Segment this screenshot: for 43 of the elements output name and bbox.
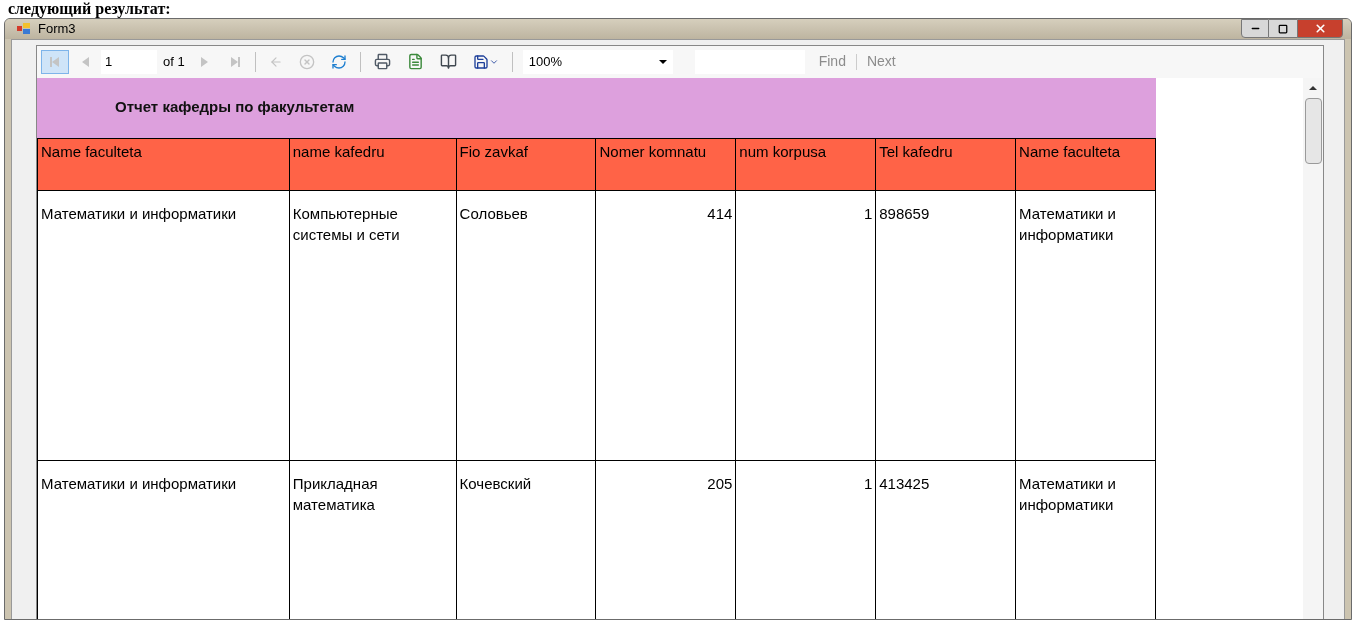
- print-icon: [373, 53, 391, 70]
- column-header: Name faculteta: [38, 138, 290, 191]
- column-header: Nomer komnatu: [596, 138, 737, 191]
- page-number-field[interactable]: 1: [101, 49, 157, 74]
- page-setup-icon: [439, 53, 457, 70]
- table-cell: Соловьев: [456, 190, 597, 461]
- close-icon: [1313, 22, 1327, 35]
- table-cell: 1: [736, 460, 877, 619]
- column-header: Tel kafedru: [876, 138, 1017, 191]
- maximize-button[interactable]: [1269, 19, 1297, 38]
- save-dropdown-icon: [472, 53, 499, 70]
- table-cell: Математики и информатики: [1016, 460, 1156, 619]
- page-count: of 1: [163, 52, 185, 71]
- table-cell: Математики и информатики: [1016, 190, 1156, 461]
- table-cell: Математики и информатики: [38, 190, 290, 461]
- table-cell: Математики и информатики: [38, 460, 290, 619]
- stop-icon: [298, 53, 315, 70]
- table-cell: 1: [736, 190, 877, 461]
- caret-icon: [658, 59, 667, 64]
- column-header: num korpusa: [736, 138, 877, 191]
- window-title: Form3: [38, 20, 76, 38]
- scroll-thumb[interactable]: [1304, 97, 1322, 164]
- app-icon: [17, 23, 30, 35]
- table-cell: Прикладная математика: [289, 460, 457, 619]
- maximize-icon: [1278, 23, 1288, 34]
- column-header: name kafedru: [289, 138, 457, 191]
- report-title: Отчет кафедры по факультетам: [115, 97, 355, 118]
- vertical-scrollbar[interactable]: [1303, 77, 1323, 619]
- scroll-up-icon: [1309, 85, 1317, 90]
- back-arrow-icon: [268, 54, 283, 69]
- page-caption: следующий результат:: [8, 1, 171, 17]
- table-cell: 413425: [876, 460, 1017, 619]
- zoom-dropdown[interactable]: 100%: [522, 49, 673, 74]
- refresh-icon: [330, 53, 347, 70]
- table-cell: Кочевский: [456, 460, 597, 619]
- column-header: Fio zavkaf: [456, 138, 597, 191]
- table-cell: 898659: [876, 190, 1017, 461]
- page-layout-icon: [406, 53, 424, 70]
- table-cell: 414: [596, 190, 737, 461]
- first-page-icon: [48, 54, 62, 69]
- table-cell: Компьютерные системы и сети: [289, 190, 457, 461]
- table-cell: 205: [596, 460, 737, 619]
- column-header: Name faculteta: [1016, 138, 1156, 191]
